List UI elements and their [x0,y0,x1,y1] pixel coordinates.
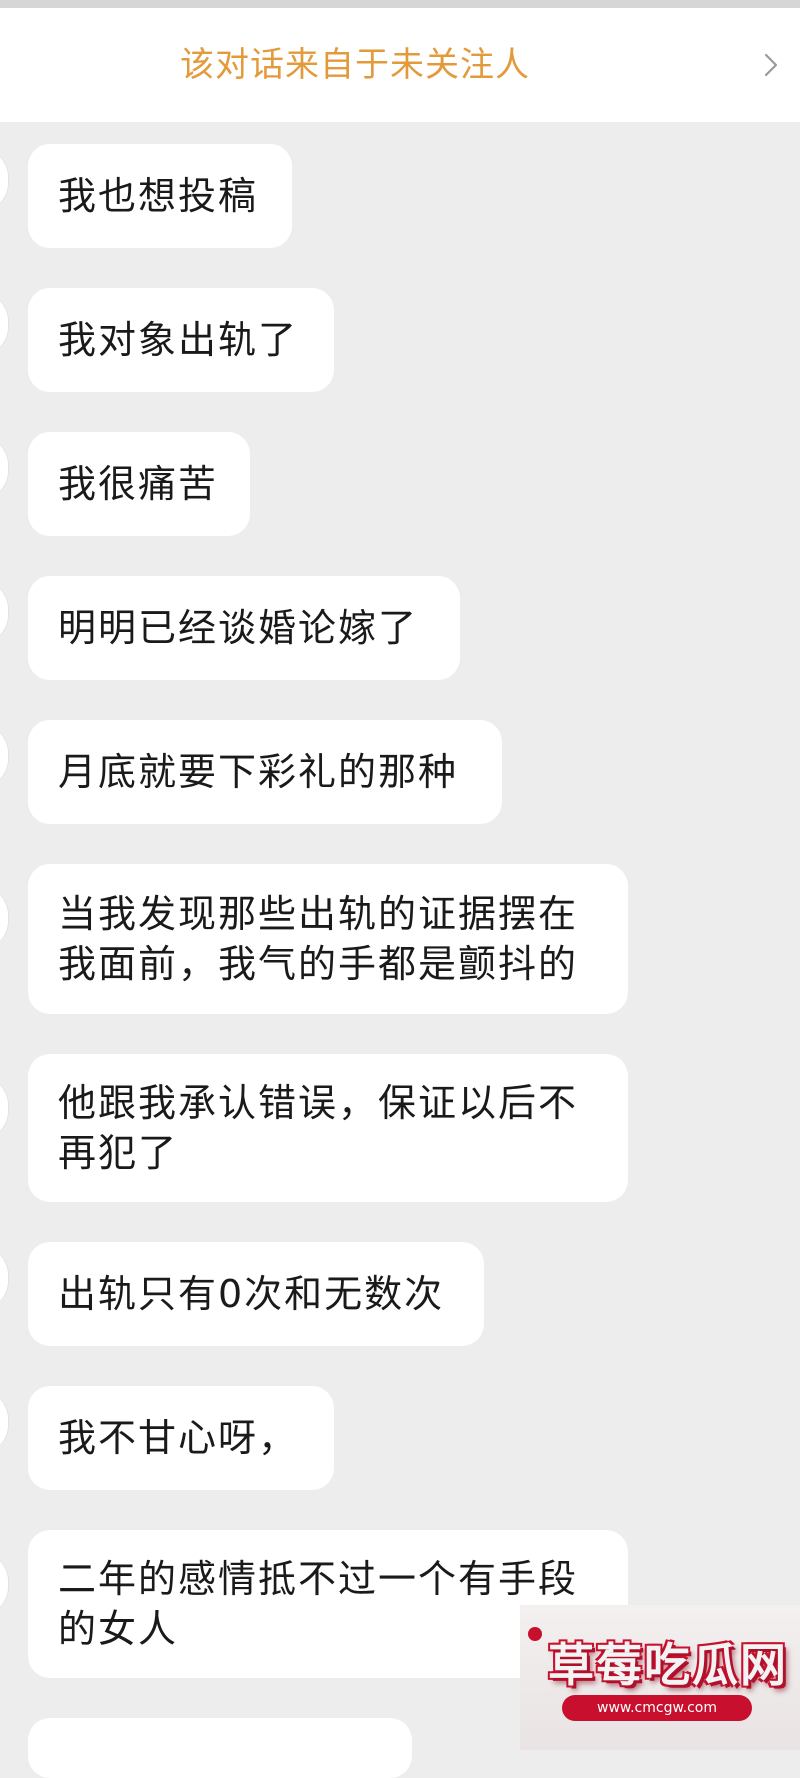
message-bubble[interactable]: 明明已经谈婚论嫁了 [28,576,460,680]
watermark-dot-icon [528,1627,542,1641]
unfollowed-notice-bar[interactable]: 该对话来自于未关注人 [0,8,800,122]
avatar[interactable] [0,294,9,354]
message-bubble[interactable]: 当我发现那些出轨的证据摆在 我面前，我气的手都是颤抖的 [28,864,628,1014]
avatar[interactable] [0,1392,9,1452]
avatar[interactable] [0,1554,9,1614]
avatar[interactable] [0,1078,9,1138]
message-bubble[interactable]: 出轨只有0次和无数次 [28,1242,484,1346]
watermark-title: 草莓吃瓜网 [548,1638,788,1692]
chevron-right-icon [764,53,778,77]
site-watermark: 草莓吃瓜网 www.cmcgw.com [520,1605,800,1750]
message-bubble[interactable]: 我很痛苦 [28,432,250,536]
message-bubble[interactable]: 他跟我承认错误，保证以后不 再犯了 [28,1054,628,1202]
avatar[interactable] [0,726,9,786]
avatar[interactable] [0,438,9,498]
avatar[interactable] [0,888,9,948]
message-bubble[interactable]: 月底就要下彩礼的那种 [28,720,502,824]
avatar[interactable] [0,582,9,642]
message-bubble[interactable]: 我对象出轨了 [28,288,334,392]
avatar[interactable] [0,1248,9,1308]
notice-text: 该对话来自于未关注人 [180,45,530,85]
message-bubble[interactable]: 我也想投稿 [28,144,292,248]
avatar[interactable] [0,150,9,210]
chat-area[interactable]: 我也想投稿 我对象出轨了 我很痛苦 明明已经谈婚论嫁了 月底就要下彩礼的那种 当… [0,122,800,1778]
watermark-url: www.cmcgw.com [562,1695,752,1721]
message-bubble[interactable]: 我不甘心呀， [28,1386,334,1490]
top-divider [0,0,800,8]
message-bubble-partial[interactable] [28,1718,412,1778]
